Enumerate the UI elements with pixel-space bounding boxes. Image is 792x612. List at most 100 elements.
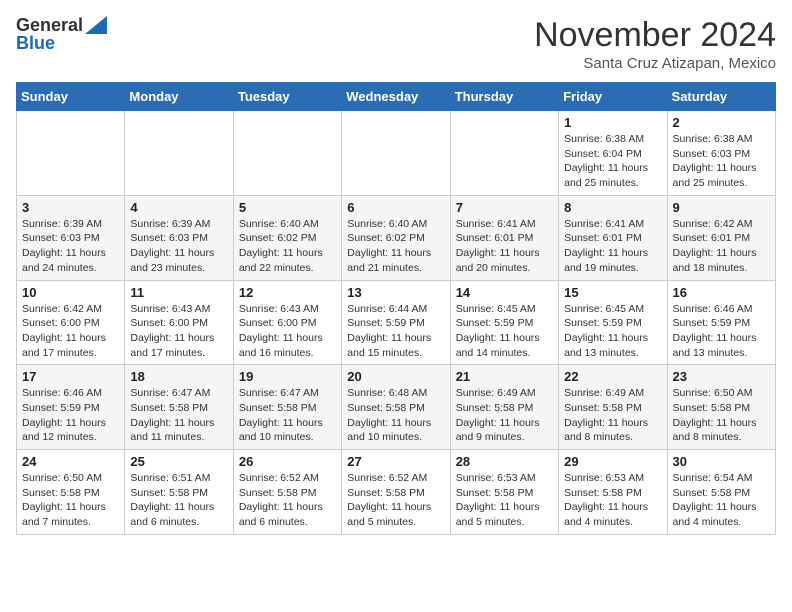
- title-block: November 2024 Santa Cruz Atizapan, Mexic…: [534, 16, 776, 72]
- day-info: Sunrise: 6:41 AM Sunset: 6:01 PM Dayligh…: [564, 217, 661, 276]
- logo: General Blue: [16, 16, 107, 52]
- day-number: 4: [130, 200, 227, 215]
- day-info: Sunrise: 6:54 AM Sunset: 5:58 PM Dayligh…: [673, 471, 770, 530]
- day-info: Sunrise: 6:39 AM Sunset: 6:03 PM Dayligh…: [130, 217, 227, 276]
- day-number: 30: [673, 454, 770, 469]
- calendar-week-row: 24Sunrise: 6:50 AM Sunset: 5:58 PM Dayli…: [17, 450, 776, 535]
- calendar-cell: [450, 111, 558, 196]
- calendar-col-header: Wednesday: [342, 83, 450, 111]
- calendar-week-row: 17 Sunrise: 6:46 AM Sunset: 5:59 PM Dayli…: [17, 365, 776, 450]
- logo-icon: [85, 16, 107, 34]
- day-info: Sunrise: 6:47 AM Sunset: 5:58 PM Dayligh…: [130, 386, 227, 445]
- day-number: 27: [347, 454, 444, 469]
- calendar-header-row: SundayMondayTuesdayWednesdayThursdayFrid…: [17, 83, 776, 111]
- calendar-cell: 7 Sunrise: 6:41 AM Sunset: 6:01 PM Daylig…: [450, 195, 558, 280]
- day-number: 5: [239, 200, 336, 215]
- calendar-col-header: Tuesday: [233, 83, 341, 111]
- day-info: Sunrise: 6:41 AM Sunset: 6:01 PM Dayligh…: [456, 217, 553, 276]
- calendar-cell: 19 Sunrise: 6:47 AM Sunset: 5:58 PM Dayli…: [233, 365, 341, 450]
- calendar-cell: 2 Sunrise: 6:38 AM Sunset: 6:03 PM Daylig…: [667, 111, 775, 196]
- calendar-cell: 9 Sunrise: 6:42 AM Sunset: 6:01 PM Daylig…: [667, 195, 775, 280]
- calendar-week-row: 10 Sunrise: 6:42 AM Sunset: 6:00 PM Dayli…: [17, 280, 776, 365]
- calendar-week-row: 3 Sunrise: 6:39 AM Sunset: 6:03 PM Daylig…: [17, 195, 776, 280]
- calendar-cell: 4 Sunrise: 6:39 AM Sunset: 6:03 PM Daylig…: [125, 195, 233, 280]
- day-info: Sunrise: 6:40 AM Sunset: 6:02 PM Dayligh…: [239, 217, 336, 276]
- calendar-cell: [342, 111, 450, 196]
- day-number: 15: [564, 285, 661, 300]
- calendar-cell: 24Sunrise: 6:50 AM Sunset: 5:58 PM Dayli…: [17, 450, 125, 535]
- calendar-cell: 15 Sunrise: 6:45 AM Sunset: 5:59 PM Dayli…: [559, 280, 667, 365]
- calendar-cell: 27 Sunrise: 6:52 AM Sunset: 5:58 PM Dayli…: [342, 450, 450, 535]
- day-number: 21: [456, 369, 553, 384]
- calendar-cell: 29 Sunrise: 6:53 AM Sunset: 5:58 PM Dayli…: [559, 450, 667, 535]
- logo-blue-text: Blue: [16, 34, 55, 52]
- calendar-week-row: 1Sunrise: 6:38 AM Sunset: 6:04 PM Daylig…: [17, 111, 776, 196]
- calendar-cell: 16Sunrise: 6:46 AM Sunset: 5:59 PM Dayli…: [667, 280, 775, 365]
- calendar-cell: [17, 111, 125, 196]
- day-number: 7: [456, 200, 553, 215]
- calendar-cell: 11Sunrise: 6:43 AM Sunset: 6:00 PM Dayli…: [125, 280, 233, 365]
- calendar-col-header: Thursday: [450, 83, 558, 111]
- calendar-cell: [233, 111, 341, 196]
- month-title: November 2024: [534, 16, 776, 55]
- calendar-cell: 28Sunrise: 6:53 AM Sunset: 5:58 PM Dayli…: [450, 450, 558, 535]
- calendar-cell: 25 Sunrise: 6:51 AM Sunset: 5:58 PM Dayli…: [125, 450, 233, 535]
- calendar-cell: 26 Sunrise: 6:52 AM Sunset: 5:58 PM Dayli…: [233, 450, 341, 535]
- day-number: 29: [564, 454, 661, 469]
- calendar-cell: 1Sunrise: 6:38 AM Sunset: 6:04 PM Daylig…: [559, 111, 667, 196]
- calendar-col-header: Monday: [125, 83, 233, 111]
- calendar-cell: 3 Sunrise: 6:39 AM Sunset: 6:03 PM Daylig…: [17, 195, 125, 280]
- day-number: 12: [239, 285, 336, 300]
- day-info: Sunrise: 6:43 AM Sunset: 6:00 PM Dayligh…: [130, 302, 227, 361]
- location-title: Santa Cruz Atizapan, Mexico: [534, 55, 776, 72]
- day-number: 2: [673, 115, 770, 130]
- day-number: 20: [347, 369, 444, 384]
- calendar-col-header: Saturday: [667, 83, 775, 111]
- calendar-col-header: Sunday: [17, 83, 125, 111]
- day-info: Sunrise: 6:49 AM Sunset: 5:58 PM Dayligh…: [564, 386, 661, 445]
- calendar-cell: 6 Sunrise: 6:40 AM Sunset: 6:02 PM Daylig…: [342, 195, 450, 280]
- day-number: 9: [673, 200, 770, 215]
- day-number: 13: [347, 285, 444, 300]
- day-info: Sunrise: 6:38 AM Sunset: 6:04 PM Dayligh…: [564, 132, 661, 191]
- day-number: 6: [347, 200, 444, 215]
- day-info: Sunrise: 6:42 AM Sunset: 6:00 PM Dayligh…: [22, 302, 119, 361]
- day-info: Sunrise: 6:43 AM Sunset: 6:00 PM Dayligh…: [239, 302, 336, 361]
- calendar-cell: 21 Sunrise: 6:49 AM Sunset: 5:58 PM Dayli…: [450, 365, 558, 450]
- calendar-cell: 14 Sunrise: 6:45 AM Sunset: 5:59 PM Dayli…: [450, 280, 558, 365]
- day-info: Sunrise: 6:42 AM Sunset: 6:01 PM Dayligh…: [673, 217, 770, 276]
- day-info: Sunrise: 6:39 AM Sunset: 6:03 PM Dayligh…: [22, 217, 119, 276]
- calendar-cell: 30 Sunrise: 6:54 AM Sunset: 5:58 PM Dayli…: [667, 450, 775, 535]
- day-number: 19: [239, 369, 336, 384]
- day-info: Sunrise: 6:46 AM Sunset: 5:59 PM Dayligh…: [22, 386, 119, 445]
- day-info: Sunrise: 6:45 AM Sunset: 5:59 PM Dayligh…: [564, 302, 661, 361]
- calendar-cell: 8Sunrise: 6:41 AM Sunset: 6:01 PM Daylig…: [559, 195, 667, 280]
- day-info: Sunrise: 6:45 AM Sunset: 5:59 PM Dayligh…: [456, 302, 553, 361]
- day-info: Sunrise: 6:51 AM Sunset: 5:58 PM Dayligh…: [130, 471, 227, 530]
- day-info: Sunrise: 6:46 AM Sunset: 5:59 PM Dayligh…: [673, 302, 770, 361]
- day-info: Sunrise: 6:48 AM Sunset: 5:58 PM Dayligh…: [347, 386, 444, 445]
- calendar-cell: 22 Sunrise: 6:49 AM Sunset: 5:58 PM Dayli…: [559, 365, 667, 450]
- day-number: 22: [564, 369, 661, 384]
- calendar-cell: 12 Sunrise: 6:43 AM Sunset: 6:00 PM Dayli…: [233, 280, 341, 365]
- logo-general-text: General: [16, 16, 83, 34]
- day-info: Sunrise: 6:38 AM Sunset: 6:03 PM Dayligh…: [673, 132, 770, 191]
- day-info: Sunrise: 6:47 AM Sunset: 5:58 PM Dayligh…: [239, 386, 336, 445]
- day-info: Sunrise: 6:53 AM Sunset: 5:58 PM Dayligh…: [564, 471, 661, 530]
- day-info: Sunrise: 6:40 AM Sunset: 6:02 PM Dayligh…: [347, 217, 444, 276]
- calendar-cell: 17 Sunrise: 6:46 AM Sunset: 5:59 PM Dayli…: [17, 365, 125, 450]
- calendar-cell: 18Sunrise: 6:47 AM Sunset: 5:58 PM Dayli…: [125, 365, 233, 450]
- calendar-cell: 10 Sunrise: 6:42 AM Sunset: 6:00 PM Dayli…: [17, 280, 125, 365]
- day-info: Sunrise: 6:52 AM Sunset: 5:58 PM Dayligh…: [347, 471, 444, 530]
- day-number: 25: [130, 454, 227, 469]
- day-number: 23: [673, 369, 770, 384]
- day-number: 26: [239, 454, 336, 469]
- day-number: 10: [22, 285, 119, 300]
- day-info: Sunrise: 6:53 AM Sunset: 5:58 PM Dayligh…: [456, 471, 553, 530]
- day-info: Sunrise: 6:50 AM Sunset: 5:58 PM Dayligh…: [673, 386, 770, 445]
- day-info: Sunrise: 6:52 AM Sunset: 5:58 PM Dayligh…: [239, 471, 336, 530]
- day-number: 14: [456, 285, 553, 300]
- day-number: 17: [22, 369, 119, 384]
- day-number: 3: [22, 200, 119, 215]
- day-info: Sunrise: 6:49 AM Sunset: 5:58 PM Dayligh…: [456, 386, 553, 445]
